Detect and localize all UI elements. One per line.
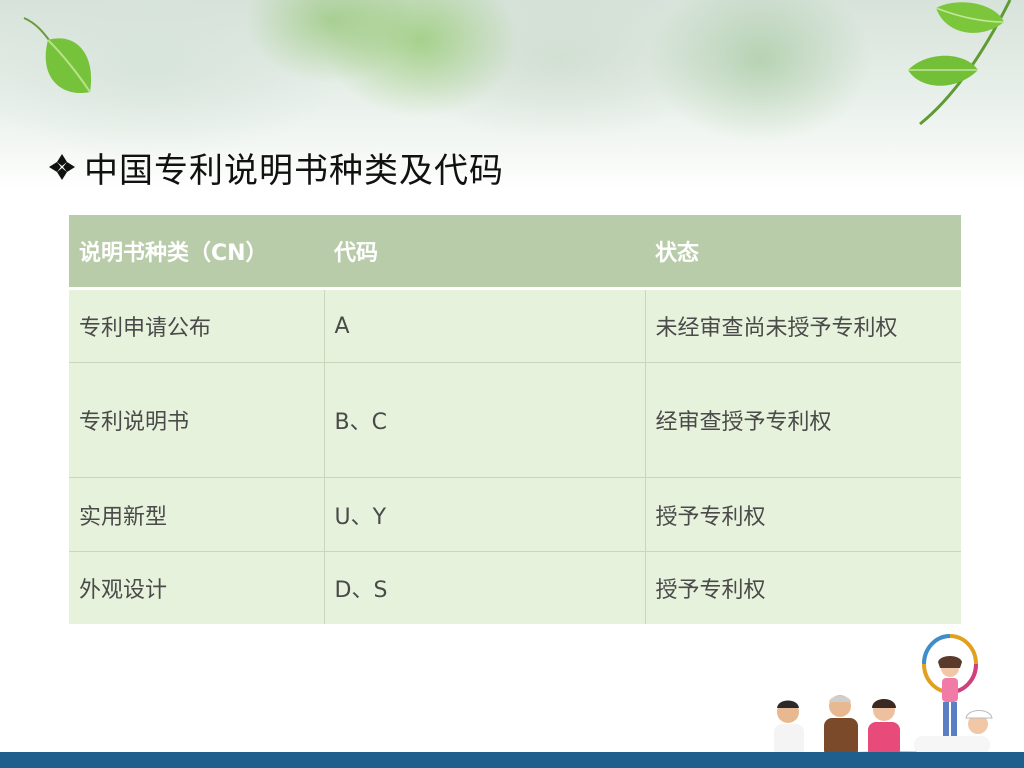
header-status: 状态	[645, 215, 961, 290]
patent-code-table: 说明书种类（CN） 代码 状态 专利申请公布 A 未经审查尚未授予专利权 专利说…	[69, 215, 961, 624]
cell-status: 授予专利权	[645, 551, 961, 624]
header-code: 代码	[324, 215, 645, 290]
cell-code: A	[324, 288, 646, 363]
table-row: 专利申请公布 A 未经审查尚未授予专利权	[69, 288, 961, 363]
family-outdoor-photo	[764, 634, 1000, 768]
table-row: 专利说明书 B、C 经审查授予专利权	[69, 362, 961, 478]
slide-title: 中国专利说明书种类及代码	[84, 150, 504, 191]
header-type: 说明书种类（CN）	[69, 215, 324, 290]
table-row: 实用新型 U、Y 授予专利权	[69, 477, 961, 552]
diamond-bullet-icon	[49, 154, 75, 180]
cell-type: 专利申请公布	[69, 288, 325, 363]
cell-status: 授予专利权	[645, 477, 961, 552]
cell-status: 未经审查尚未授予专利权	[645, 288, 961, 363]
cell-type: 实用新型	[69, 477, 325, 552]
slide: 中国专利说明书种类及代码 说明书种类（CN） 代码 状态 专利申请公布 A 未经…	[0, 0, 1024, 768]
bottom-bar	[0, 752, 1024, 768]
leaf-icon	[23, 17, 92, 94]
leaf-branch-icon	[908, 0, 1012, 126]
cell-type: 专利说明书	[69, 362, 325, 478]
table-row: 外观设计 D、S 授予专利权	[69, 551, 961, 624]
cell-code: U、Y	[324, 477, 646, 552]
cell-code: B、C	[324, 362, 646, 478]
table-header-row: 说明书种类（CN） 代码 状态	[69, 215, 961, 290]
cell-type: 外观设计	[69, 551, 325, 624]
cell-status: 经审查授予专利权	[645, 362, 961, 478]
slide-title-row: 中国专利说明书种类及代码	[48, 142, 504, 192]
cell-code: D、S	[324, 551, 646, 624]
